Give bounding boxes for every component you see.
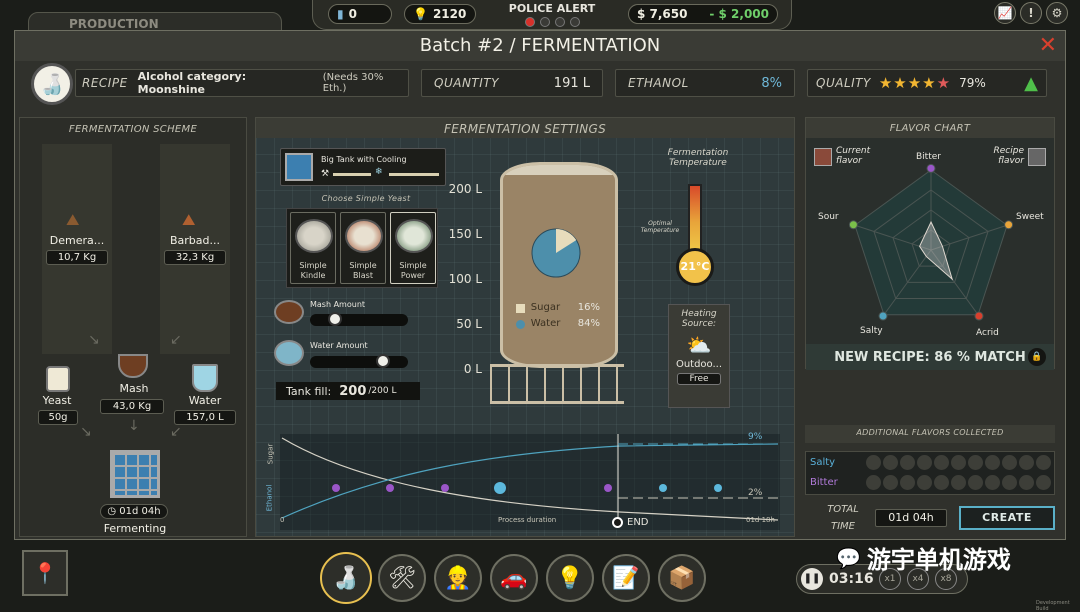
car-button[interactable]: 🚗 — [490, 554, 538, 602]
yeast-icon — [46, 366, 70, 392]
map-icon: 📍 — [32, 561, 58, 585]
radar-axis-marker — [848, 220, 858, 230]
map-button[interactable]: 📍 — [22, 550, 68, 596]
notepad-icon: 📝 — [612, 565, 640, 591]
mash-amount-slider[interactable] — [310, 312, 408, 326]
distillery-button[interactable]: 🍶 — [320, 552, 372, 604]
money-counter: $ 7,650 - $ 2,000 — [628, 4, 778, 24]
quality-stars: ★★★★★ — [878, 74, 952, 92]
sun-cloud-icon: ⛅ — [686, 333, 712, 357]
arrow-icon: ↘ — [88, 332, 100, 348]
gear-icon[interactable]: ⚙ — [1046, 2, 1068, 24]
additional-flavors: ADDITIONAL FLAVORS COLLECTED Salty Bitte… — [805, 425, 1055, 501]
match-bar: NEW RECIPE: 86 % MATCH 🔒 — [806, 344, 1054, 370]
fermentation-scheme: FERMENTATION SCHEME ⛰ Demera... 10,7 Kg … — [19, 117, 247, 537]
police-alert[interactable]: POLICE ALERT — [506, 2, 598, 27]
arrow-icon: ↘ — [80, 424, 92, 440]
radar-axis-marker — [926, 163, 936, 173]
close-button[interactable]: ✕ — [1039, 33, 1057, 59]
tank-selector[interactable]: Big Tank with Cooling ⚒ ❄ — [280, 148, 446, 186]
arrow-icon: ↙ — [170, 424, 182, 440]
radar-axis-marker — [1004, 220, 1014, 230]
water-slider-knob[interactable] — [375, 354, 390, 368]
end-circle-icon — [612, 517, 623, 528]
mash-icon — [118, 354, 148, 378]
car-icon: 🚗 — [500, 565, 528, 591]
cooling-icon: ❄ — [375, 167, 383, 177]
batch-window: Batch #2 / FERMENTATION ✕ 🍶 RECIPE Alcoh… — [14, 30, 1066, 540]
barbados-icon: ⛰ — [182, 210, 196, 229]
debt: - $ 2,000 — [709, 7, 769, 21]
water-amount-slider[interactable] — [310, 354, 408, 368]
window-title: Batch #2 / FERMENTATION — [15, 31, 1065, 61]
pause-button[interactable]: ❚❚ — [801, 568, 823, 590]
stats-icon[interactable]: 📈 — [994, 2, 1016, 24]
alert-icon[interactable]: ! — [1020, 2, 1042, 24]
tank-thumb-icon — [285, 153, 313, 181]
arrow-icon: ↓ — [128, 418, 140, 434]
end-marker: END — [612, 517, 649, 528]
stand — [490, 364, 624, 404]
staff-button[interactable]: 👷 — [434, 554, 482, 602]
hammer-icon: ⚒ — [321, 169, 330, 179]
recipe-box[interactable]: RECIPE Alcohol category: Moonshine (Need… — [75, 69, 409, 97]
arrow-up-icon: ▲ — [1024, 72, 1038, 94]
radar-axis-marker — [878, 311, 888, 321]
lock-icon[interactable]: 🔒 — [1028, 348, 1046, 366]
tank-icon — [110, 450, 160, 498]
fermenting-timer: ◷ 01d 04h — [100, 504, 168, 519]
process-graph: Sugar Ethanol 9% 2% 0 Process duration 0… — [265, 432, 780, 530]
water-bucket-icon — [192, 364, 218, 392]
yeast-simple-power[interactable]: Simple Power — [390, 212, 436, 284]
flavor-radar — [848, 163, 1014, 321]
mash-slider-knob[interactable] — [328, 312, 343, 326]
radar-axis-marker — [974, 311, 984, 321]
demerara-icon: ⛰ — [66, 210, 80, 229]
wechat-icon: 💬 — [836, 545, 861, 570]
box-icon: 📦 — [668, 565, 696, 591]
heating-source[interactable]: Heating Source: ⛅ Outdoo... Free — [668, 304, 730, 408]
water-bowl-icon — [274, 340, 304, 366]
bulb-counter: 💡 2120 — [404, 4, 476, 24]
quantity-box: QUANTITY 191 L — [421, 69, 603, 97]
sugar-water-pie — [531, 228, 581, 278]
ethanol-curve — [281, 443, 779, 519]
arrow-icon: ↙ — [170, 332, 182, 348]
notes-button[interactable]: 📝 — [602, 554, 650, 602]
temperature-readout: 21°C — [676, 248, 714, 286]
inventory-button[interactable]: 📦 — [658, 554, 706, 602]
watermark: 💬 游宇单机游戏 — [836, 545, 1011, 575]
alert-lights — [506, 17, 598, 27]
sugar-curve — [281, 437, 779, 521]
yeast-simple-blast[interactable]: Simple Blast — [340, 212, 386, 284]
legend-sugar: Sugar 16% — [516, 302, 600, 313]
clock-icon: ◷ — [107, 506, 117, 517]
yeast-simple-kindle[interactable]: Simple Kindle — [290, 212, 336, 284]
flavor-chart: FLAVOR CHART Current flavor Recipe flavo… — [805, 117, 1055, 370]
jug-icon: 🍶 — [332, 565, 360, 591]
worker-icon: 👷 — [444, 565, 472, 591]
tools-icon: 🛠 — [388, 565, 416, 591]
bottle-counter: ▮ 0 — [328, 4, 392, 24]
fermentation-settings: FERMENTATION SETTINGS Big Tank with Cool… — [255, 117, 795, 537]
recipe-icon: 🍶 — [31, 63, 73, 105]
cash: $ 7,650 — [637, 7, 688, 21]
create-button[interactable]: CREATE — [959, 506, 1055, 530]
quality-box: QUALITY ★★★★★ 79% ▲ — [807, 69, 1047, 97]
tank-fill: Tank fill: 200 /200 L — [276, 382, 420, 400]
tools-button[interactable]: 🛠 — [378, 554, 426, 602]
bulb-icon: 💡 — [413, 7, 428, 21]
ideas-button[interactable]: 💡 — [546, 554, 594, 602]
legend-water: Water 84% — [516, 318, 600, 329]
ethanol-box: ETHANOL 8% — [615, 69, 795, 97]
mash-bowl-icon — [274, 300, 304, 324]
bulb-icon: 💡 — [556, 565, 584, 591]
bottle-icon: ▮ — [337, 7, 344, 21]
